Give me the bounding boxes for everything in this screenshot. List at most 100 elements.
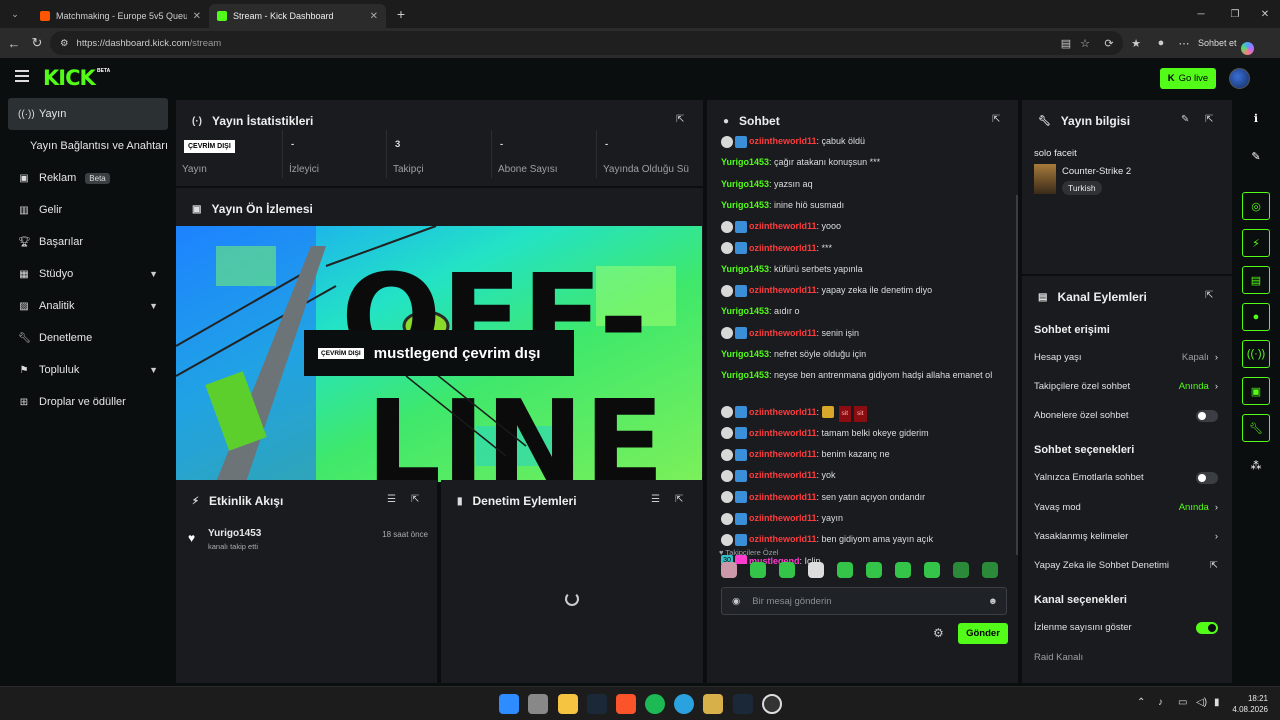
emote-item[interactable] [895,562,911,578]
target-icon[interactable]: ◎ [1242,192,1270,220]
profile-icon[interactable]: ● [1150,31,1172,55]
chat-username[interactable]: oziintheworld11 [749,513,817,523]
emote-item[interactable] [924,562,940,578]
chat-message[interactable]: oziintheworld11: yok [721,468,1011,483]
chat-message[interactable]: oziintheworld11: yapay zeka ile denetim … [721,283,1011,297]
chat-username[interactable]: oziintheworld11 [749,285,817,295]
lightning-icon[interactable]: ⚡︎ [1242,229,1270,257]
popout-icon[interactable]: ⇱ [676,114,684,125]
layout-icon[interactable]: ▣ [1242,377,1270,405]
chat-message[interactable]: oziintheworld11: ben gidiyom ama yayın a… [721,532,1011,546]
slow-mode-row[interactable]: Yavaş mod Anında › [1034,502,1218,513]
chat-username[interactable]: oziintheworld11 [749,328,817,338]
spotify-icon[interactable] [645,694,665,714]
chat-scrollbar[interactable] [1016,195,1018,555]
chat-username[interactable]: Yurigo1453 [721,306,769,316]
banned-words-row[interactable]: Yasaklanmış kelimeler › [1034,531,1218,542]
site-info-icon[interactable]: ⚙ [60,38,69,49]
new-tab-icon[interactable]: + [390,6,412,22]
extensions-icon[interactable]: ⟳ [1098,31,1120,55]
tab-actions-chevron-icon[interactable]: ⌄ [4,4,26,24]
chat-username[interactable]: oziintheworld11 [749,243,817,253]
chat-message[interactable]: oziintheworld11: sen yatın açıyon ondand… [721,490,1011,504]
url-field[interactable]: ⚙ https://dashboard.kick.com/stream [50,31,1123,55]
apps-icon[interactable]: ⁂ [1242,451,1270,479]
chat-username[interactable]: oziintheworld11 [749,492,817,502]
tab-close-icon[interactable]: ✕ [193,11,201,22]
emote-item[interactable] [721,562,737,578]
sidebar-item-gelir[interactable]: ▥ Gelir [8,194,168,226]
avatar[interactable] [1229,68,1250,89]
popout-icon[interactable]: ⇱ [992,114,1000,125]
chat-username[interactable]: oziintheworld11 [749,221,817,231]
chat-username[interactable]: oziintheworld11 [749,136,817,146]
sidebar-item-stream-key[interactable]: Yayın Bağlantısı ve Anahtarı [8,130,168,162]
chat-message[interactable]: oziintheworld11: senin işin [721,326,1011,340]
chat-message[interactable]: Yurigo1453: nefret söyle olduğu için [721,347,1011,361]
favorites-icon[interactable]: ★ [1125,31,1147,55]
document-icon[interactable]: ▤ [1242,266,1270,294]
show-viewers-toggle[interactable] [1196,621,1218,634]
filter-icon[interactable]: ☰ [387,494,396,505]
microphone-icon[interactable]: ♪ [1158,697,1163,708]
chat-username[interactable]: oziintheworld11 [749,428,817,438]
sidebar-item-yayin[interactable]: ((·)) Yayın [8,98,168,130]
chat-username[interactable]: oziintheworld11 [749,470,817,480]
chat-message[interactable]: oziintheworld11: sit sit [721,405,1011,422]
battery-icon[interactable]: ▮ [1214,697,1220,708]
chat-message[interactable]: Yurigo1453: küfürü serbets yapınla [721,262,1011,276]
sidebar-item-droplar[interactable]: ⊞ Droplar ve ödüller [8,386,168,418]
chat-username[interactable]: Yurigo1453 [721,157,769,167]
sidebar-item-studyo[interactable]: ▦ Stüdyo ▼ [8,258,168,290]
emote-only-toggle[interactable] [1196,471,1218,484]
chat-message[interactable]: Yurigo1453: neyse ben antrenmana gidiyom… [721,368,1011,382]
info-icon[interactable]: ℹ [1242,104,1270,132]
menu-icon[interactable] [15,70,29,82]
back-icon[interactable]: ← [2,31,26,55]
tab-close-icon[interactable]: ✕ [370,11,378,22]
chat-username[interactable]: Yurigo1453 [721,264,769,274]
chat-message[interactable]: oziintheworld11: yooo [721,219,1011,233]
ai-moderation-row[interactable]: Yapay Zeka ile Sohbet Denetimi ⇱ [1034,560,1218,571]
app-k-icon[interactable] [703,694,723,714]
volume-icon[interactable]: ◁) [1196,697,1207,708]
refresh-icon[interactable]: ↻ [25,31,49,55]
popout-icon[interactable]: ⇱ [1205,290,1213,301]
sidebar-item-basarilar[interactable]: 🏆︎ Başarılar [8,226,168,258]
chat-message[interactable]: Yurigo1453: çağır atakanı konuşsun *** [721,155,1011,169]
sidebar-item-topluluk[interactable]: ⚑ Topluluk ▼ [8,354,168,386]
chat-username[interactable]: Yurigo1453 [721,370,769,380]
emote-item[interactable] [866,562,882,578]
minimize-icon[interactable]: ─ [1184,0,1218,28]
chat-message[interactable]: Yurigo1453: inine hiö susmadı [721,198,1011,212]
chat-message[interactable]: oziintheworld11: çabuk öldü [721,134,1011,148]
settings-gear-icon[interactable]: ⚙ [933,626,944,640]
chat-username[interactable]: Yurigo1453 [721,200,769,210]
more-menu-icon[interactable]: ⋯ [1173,31,1195,55]
network-icon[interactable]: ▭ [1178,697,1187,708]
close-window-icon[interactable]: ✕ [1248,0,1280,28]
start-icon[interactable] [499,694,519,714]
chat-message[interactable]: oziintheworld11: benim kazanç ne [721,447,1011,461]
popout-icon[interactable]: ⇱ [1205,114,1213,125]
emote-item[interactable] [982,562,998,578]
sidebar-item-denetleme[interactable]: 🔧︎ Denetleme [8,322,168,354]
chevron-up-icon[interactable]: ⌃ [1137,697,1145,708]
browser-tab-matchmaking[interactable]: Matchmaking - Europe 5v5 Queue ✕ [32,4,209,28]
emote-item[interactable] [953,562,969,578]
sidebar-item-analitik[interactable]: ▨ Analitik ▼ [8,290,168,322]
file-explorer-icon[interactable] [558,694,578,714]
task-view-icon[interactable] [528,694,548,714]
chat-message[interactable]: Yurigo1453: aıdır o [721,304,1011,318]
edit-pencil-icon[interactable]: ✎ [1242,142,1270,170]
chat-message[interactable]: oziintheworld11: *** [721,241,1011,255]
emote-item[interactable] [808,562,824,578]
brave-icon[interactable] [616,694,636,714]
emote-item[interactable] [750,562,766,578]
chat-message[interactable]: oziintheworld11: yayın [721,511,1011,525]
emote-item[interactable] [837,562,853,578]
steam-icon[interactable] [733,694,753,714]
chat-username[interactable]: oziintheworld11 [749,407,817,417]
chat-message[interactable]: Yurigo1453: yazsın aq [721,177,1011,191]
chat-bubble-icon[interactable]: ● [1242,303,1270,331]
